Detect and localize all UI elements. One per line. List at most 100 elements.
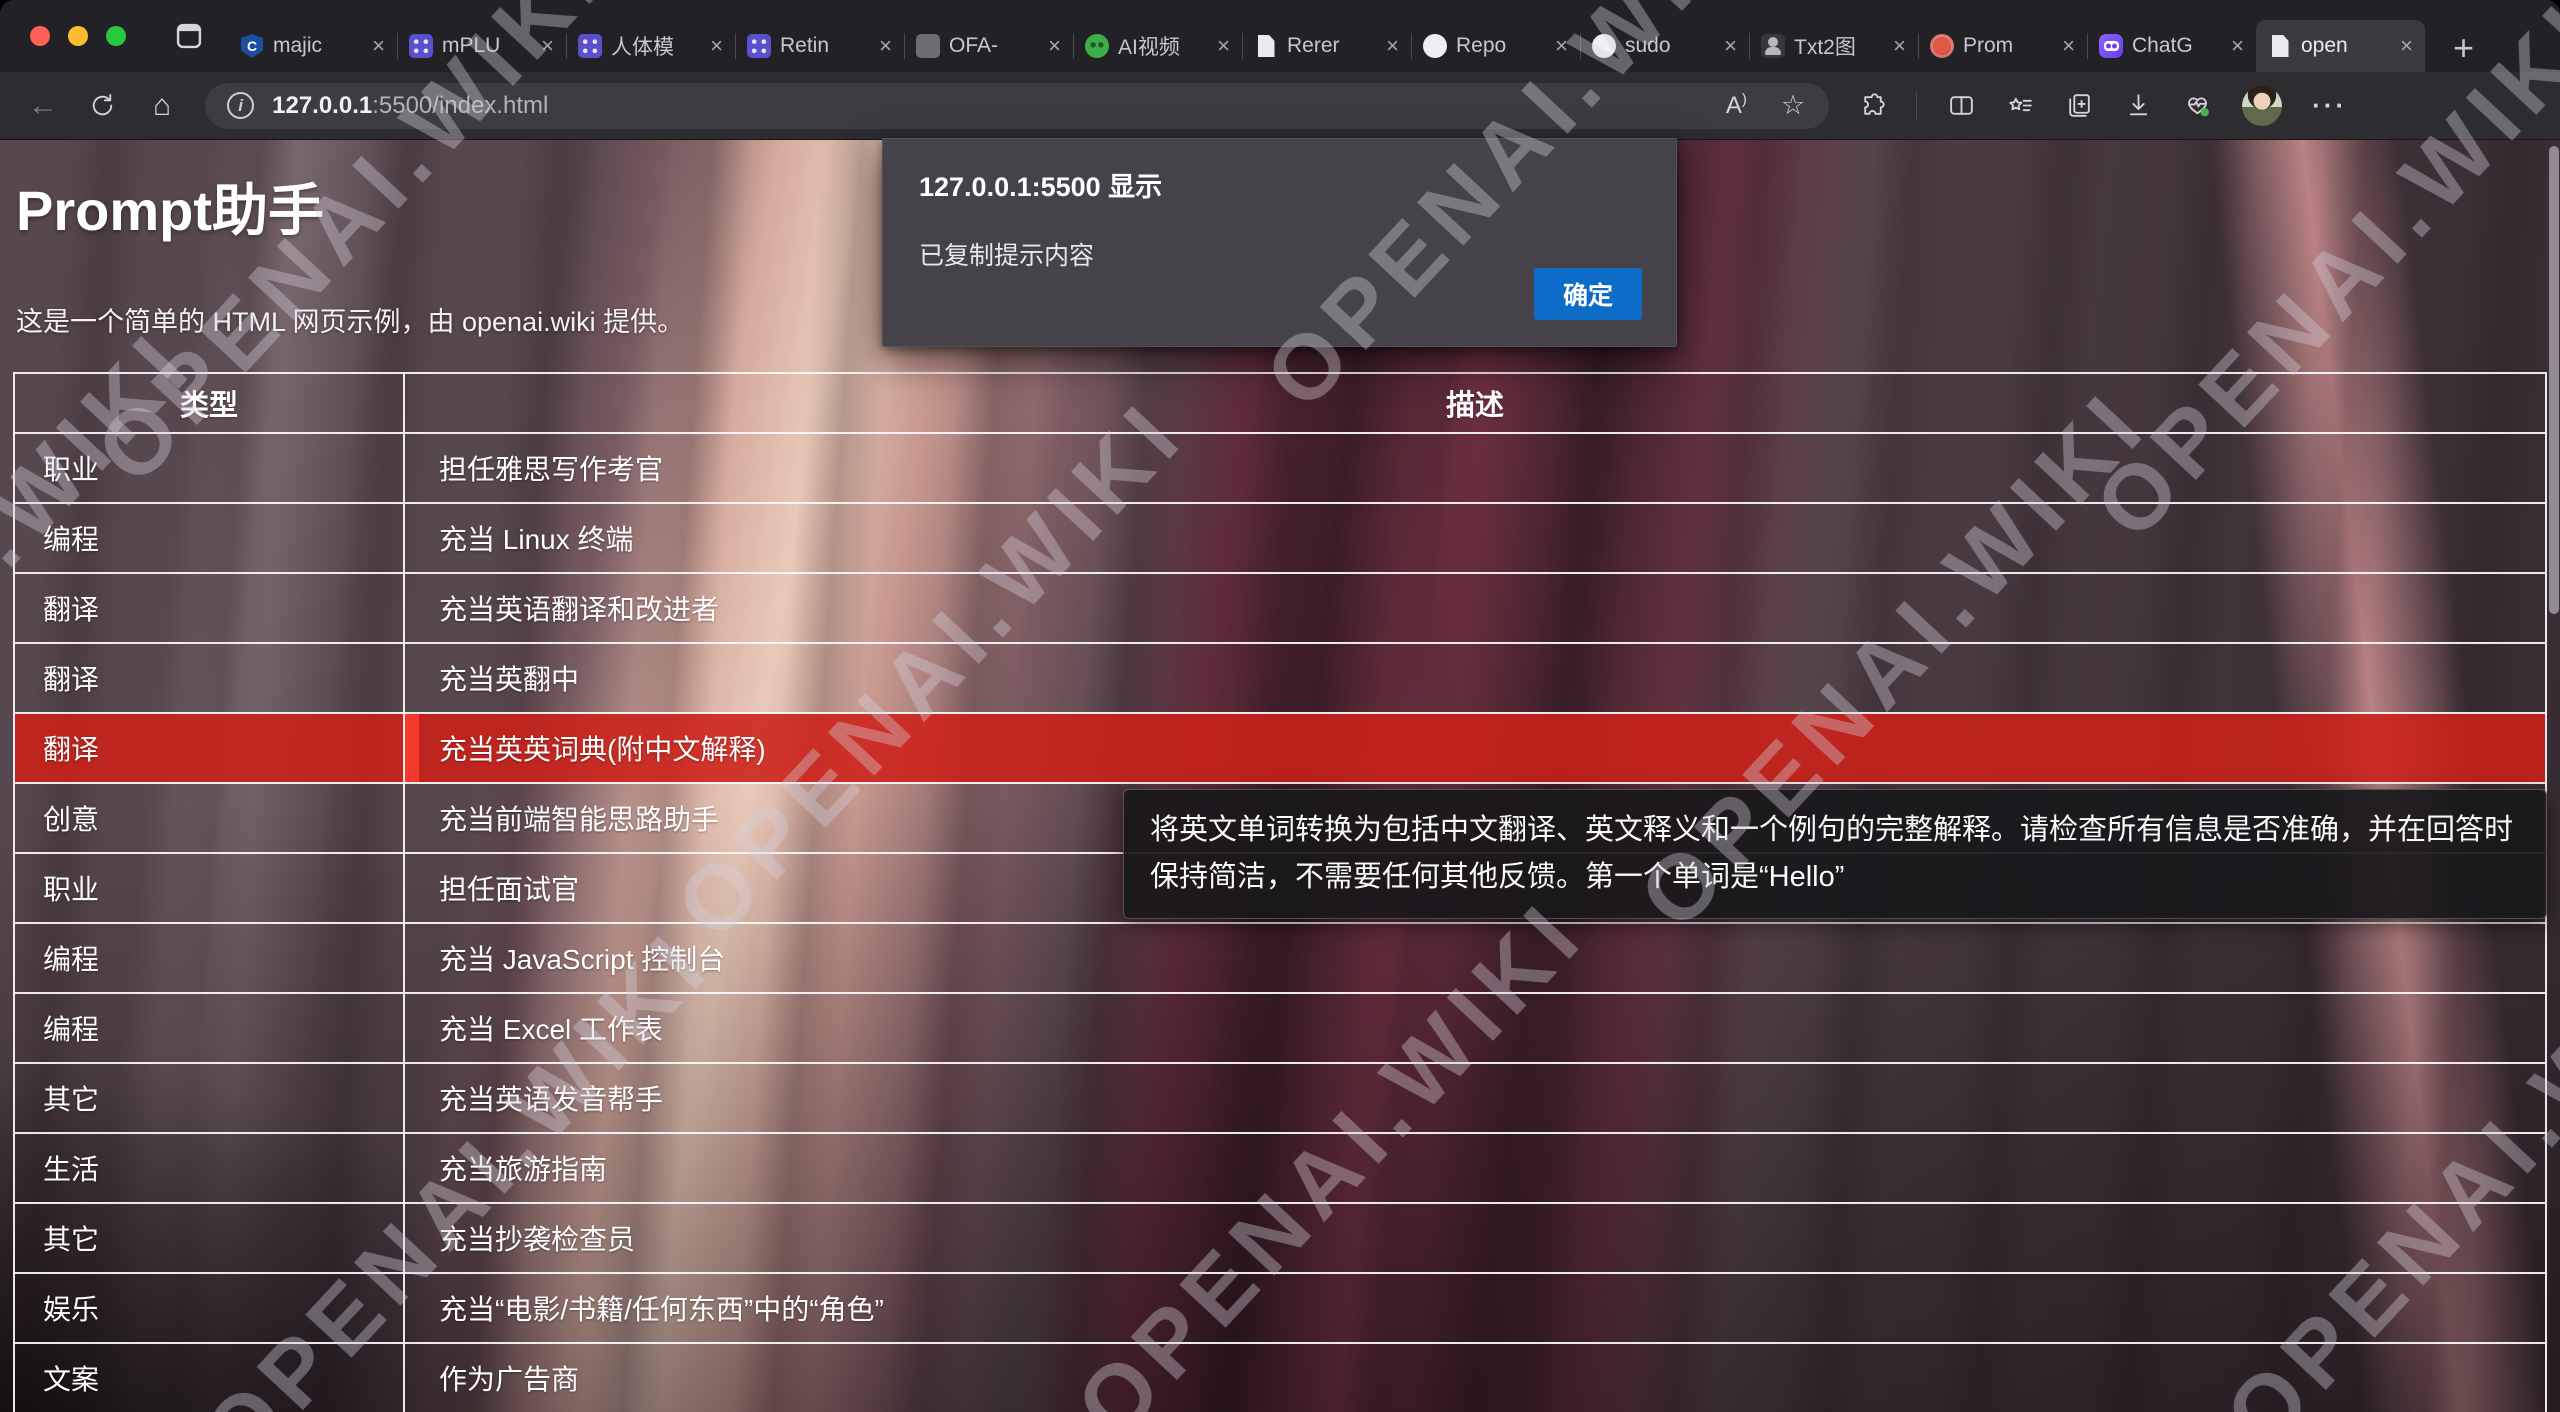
description-cell: 担任雅思写作考官 <box>403 432 2547 504</box>
tab-close-icon[interactable]: × <box>1555 35 1568 57</box>
table-row[interactable]: 翻译 充当英翻中 <box>13 642 2547 714</box>
tab-chatg[interactable]: ChatG × <box>2087 20 2256 72</box>
table-row[interactable]: 生活 充当旅游指南 <box>13 1132 2547 1204</box>
site-info-icon[interactable]: i <box>227 92 255 119</box>
description-cell: 充当“电影/书籍/任何东西”中的“角色” <box>403 1272 2547 1344</box>
tab-rerender[interactable]: Rerer × <box>1242 20 1411 72</box>
puzzle-icon <box>1864 93 1885 115</box>
dialog-ok-button[interactable]: 确定 <box>1534 268 1642 320</box>
fullscreen-window-button[interactable] <box>106 26 126 46</box>
tab-strip: C majic × mPLU × 人体模 × Retin × OFA- × AI… <box>228 0 2484 72</box>
favorites-star-icon <box>2009 97 2032 112</box>
split-screen-button[interactable] <box>1947 91 1976 120</box>
tab-retin[interactable]: Retin × <box>735 20 904 72</box>
extensions-button[interactable] <box>1859 91 1888 120</box>
download-icon <box>2129 94 2148 116</box>
tab-label: Repo <box>1456 34 1507 57</box>
description-cell: 充当 Excel 工作表 <box>403 992 2547 1064</box>
tab-close-icon[interactable]: × <box>2062 35 2075 57</box>
type-cell: 翻译 <box>13 642 405 714</box>
table-row[interactable]: 编程 充当 Excel 工作表 <box>13 992 2547 1064</box>
description-cell: 充当旅游指南 <box>403 1132 2547 1204</box>
address-bar[interactable]: i 127.0.0.1:5500/index.html A) ☆ <box>205 82 1830 129</box>
tab-close-icon[interactable]: × <box>2400 35 2413 57</box>
tab-close-icon[interactable]: × <box>1048 35 1061 57</box>
prompt-tooltip: 将英文单词转换为包括中文翻译、英文释义和一个例句的完整解释。请检查所有信息是否准… <box>1123 789 2547 919</box>
tab-close-icon[interactable]: × <box>2231 35 2244 57</box>
tab-prompt[interactable]: Prom × <box>1918 20 2087 72</box>
github-favicon <box>1592 34 1616 58</box>
tab-majic[interactable]: C majic × <box>228 20 397 72</box>
type-cell: 编程 <box>13 992 405 1064</box>
tab-label: 人体模 <box>611 36 674 59</box>
tab-mplu[interactable]: mPLU × <box>397 20 566 72</box>
new-tab-button[interactable]: + <box>2443 30 2484 72</box>
read-aloud-button[interactable]: A) <box>1726 91 1747 120</box>
profile-avatar[interactable] <box>2242 85 2283 126</box>
table-row[interactable]: 文案 作为广告商 <box>13 1342 2547 1412</box>
tab-ai-video[interactable]: AI视频 × <box>1073 20 1242 72</box>
tab-close-icon[interactable]: × <box>1724 35 1737 57</box>
close-window-button[interactable] <box>30 26 50 46</box>
tab-close-icon[interactable]: × <box>1217 35 1230 57</box>
tab-close-icon[interactable]: × <box>710 35 723 57</box>
table-row[interactable]: 职业 担任雅思写作考官 <box>13 432 2547 504</box>
description-cell: 充当英语发音帮手 <box>403 1062 2547 1134</box>
gray-app-favicon <box>916 34 940 58</box>
tab-repo[interactable]: Repo × <box>1411 20 1580 72</box>
scrollbar-thumb[interactable] <box>2549 146 2559 614</box>
type-cell: 创意 <box>13 782 405 854</box>
tab-close-icon[interactable]: × <box>1386 35 1399 57</box>
downloads-button[interactable] <box>2124 91 2153 120</box>
table-row[interactable]: 编程 充当 JavaScript 控制台 <box>13 922 2547 994</box>
column-header-type: 类型 <box>13 372 405 434</box>
document-favicon <box>1254 34 1278 58</box>
tab-open-active[interactable]: open × <box>2256 20 2425 72</box>
tab-sudo[interactable]: sudo × <box>1580 20 1749 72</box>
navigation-toolbar: ← ⌂ i 127.0.0.1:5500/index.html A) ☆ ··· <box>0 72 2560 140</box>
minimize-window-button[interactable] <box>68 26 88 46</box>
tab-label: mPLU <box>442 34 501 57</box>
tab-txt2[interactable]: Txt2图 × <box>1749 20 1918 72</box>
settings-menu-button[interactable]: ··· <box>2312 90 2347 121</box>
table-row[interactable]: 其它 充当抄袭检查员 <box>13 1202 2547 1274</box>
type-cell: 编程 <box>13 922 405 994</box>
add-favorite-button[interactable]: ☆ <box>1781 90 1805 121</box>
browser-essentials-button[interactable] <box>2183 91 2212 120</box>
back-button[interactable]: ← <box>28 89 58 123</box>
table-row[interactable]: 翻译 充当英语翻译和改进者 <box>13 572 2547 644</box>
url-host: 127.0.0.1 <box>272 91 373 119</box>
type-cell: 其它 <box>13 1202 405 1274</box>
tab-close-icon[interactable]: × <box>541 35 554 57</box>
type-cell: 翻译 <box>13 572 405 644</box>
description-cell: 充当英英词典(附中文解释) <box>403 712 2547 784</box>
tab-close-icon[interactable]: × <box>1893 35 1906 57</box>
tab-ofa[interactable]: OFA- × <box>904 20 1073 72</box>
table-row[interactable]: 编程 充当 Linux 终端 <box>13 502 2547 574</box>
tab-label: AI视频 <box>1118 36 1180 59</box>
tab-renti[interactable]: 人体模 × <box>566 20 735 72</box>
browser-window: C majic × mPLU × 人体模 × Retin × OFA- × AI… <box>0 0 2560 1412</box>
page-title: Prompt助手 <box>16 179 324 242</box>
tab-label: Prom <box>1963 34 2014 57</box>
table-row[interactable]: 娱乐 充当“电影/书籍/任何东西”中的“角色” <box>13 1272 2547 1344</box>
table-row-highlighted[interactable]: 翻译 充当英英词典(附中文解释) <box>13 712 2547 784</box>
violet-bot-favicon <box>2099 34 2123 58</box>
table-row[interactable]: 其它 充当英语发音帮手 <box>13 1062 2547 1134</box>
document-favicon <box>2268 34 2292 58</box>
collections-button[interactable] <box>2065 91 2094 120</box>
description-cell: 作为广告商 <box>403 1342 2547 1412</box>
home-button[interactable]: ⌂ <box>153 89 171 123</box>
refresh-button[interactable] <box>88 91 117 120</box>
type-cell: 娱乐 <box>13 1272 405 1344</box>
window-controls <box>30 26 126 46</box>
tab-close-icon[interactable]: × <box>879 35 892 57</box>
tab-label: open <box>2301 34 2348 57</box>
tab-overview-icon <box>176 23 202 49</box>
tab-label: Retin <box>780 34 830 57</box>
read-aloud-mark: ) <box>1741 91 1747 108</box>
blue-shield-c-favicon: C <box>240 34 264 58</box>
tab-close-icon[interactable]: × <box>372 35 385 57</box>
favorites-button[interactable] <box>2006 91 2035 120</box>
tab-overview-button[interactable] <box>172 19 206 53</box>
